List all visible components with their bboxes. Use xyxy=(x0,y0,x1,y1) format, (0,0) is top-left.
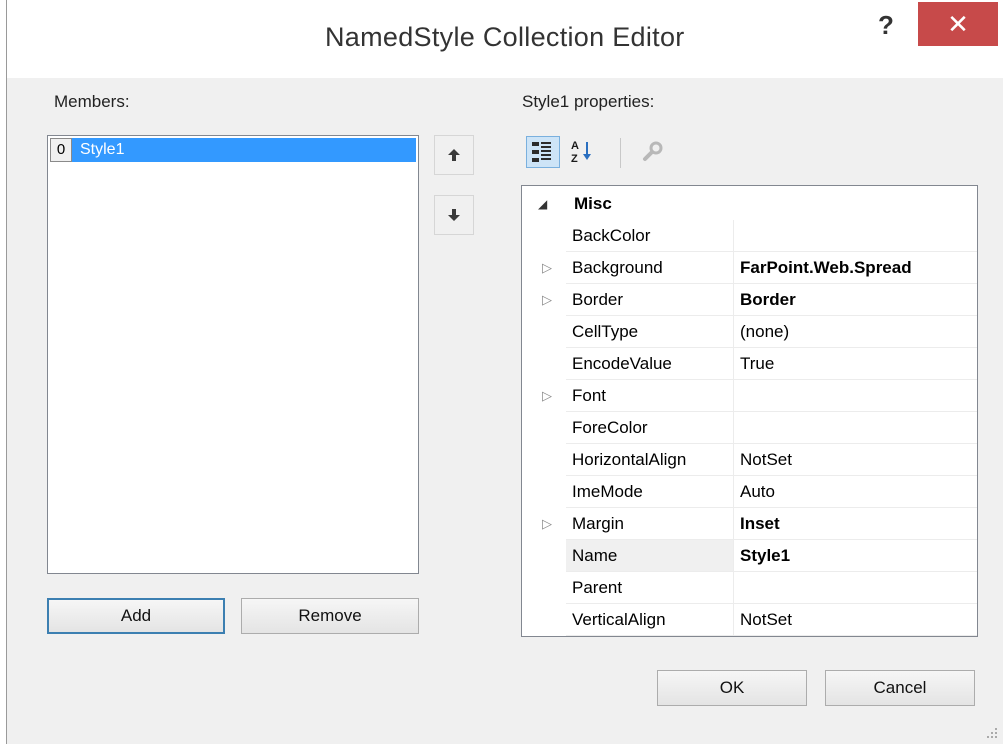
property-pages-button[interactable] xyxy=(636,136,670,168)
categorized-button[interactable] xyxy=(526,136,560,168)
property-row[interactable]: ImeMode Auto xyxy=(522,476,977,508)
property-name: Margin xyxy=(572,514,624,533)
arrow-down-icon xyxy=(448,209,460,221)
property-row[interactable]: ▷ Background FarPoint.Web.Spread xyxy=(522,252,977,284)
svg-text:A: A xyxy=(571,140,579,152)
arrow-up-icon xyxy=(448,149,460,161)
expand-icon[interactable]: ▷ xyxy=(542,380,552,411)
resize-grip[interactable] xyxy=(985,726,999,740)
expand-icon[interactable]: ▷ xyxy=(542,252,552,283)
property-value-cell[interactable]: Style1 xyxy=(734,540,977,572)
property-value: Style1 xyxy=(740,546,791,565)
property-name: Name xyxy=(572,546,618,565)
collapse-icon[interactable]: ◢ xyxy=(538,188,547,220)
property-value-cell[interactable]: (none) xyxy=(734,316,977,348)
category-title: Misc xyxy=(574,194,612,213)
property-value-cell[interactable] xyxy=(734,220,977,252)
move-down-button[interactable] xyxy=(434,195,474,235)
property-name: HorizontalAlign xyxy=(572,450,687,469)
move-up-button[interactable] xyxy=(434,135,474,175)
list-item[interactable]: 0 Style1 xyxy=(50,138,416,162)
property-name: ForeColor xyxy=(572,418,648,437)
property-row[interactable]: VerticalAlign NotSet xyxy=(522,604,977,636)
property-name: Border xyxy=(572,290,624,309)
property-row[interactable]: HorizontalAlign NotSet xyxy=(522,444,977,476)
ok-button[interactable]: OK xyxy=(657,670,807,706)
property-row[interactable]: ForeColor xyxy=(522,412,977,444)
property-row[interactable]: Parent xyxy=(522,572,977,604)
property-value-cell[interactable] xyxy=(734,380,977,412)
members-label: Members: xyxy=(54,92,130,111)
property-row[interactable]: ▷ Font xyxy=(522,380,977,412)
window-title: NamedStyle Collection Editor xyxy=(325,22,685,52)
property-value-cell[interactable]: Inset xyxy=(734,508,977,540)
title-bar[interactable]: NamedStyle Collection Editor xyxy=(7,0,1003,78)
property-row[interactable]: ▷ Margin Inset xyxy=(522,508,977,540)
alphabetical-button[interactable]: A Z xyxy=(568,136,602,168)
properties-label: Style1 properties: xyxy=(522,92,655,111)
property-row[interactable]: ▷ Border Border xyxy=(522,284,977,316)
property-name: BackColor xyxy=(572,226,651,245)
property-value-cell[interactable] xyxy=(734,572,977,604)
property-row[interactable]: EncodeValue True xyxy=(522,348,977,380)
close-button[interactable]: ✕ xyxy=(918,2,998,46)
property-value-cell[interactable]: Auto xyxy=(734,476,977,508)
property-row[interactable]: BackColor xyxy=(522,220,977,252)
dialog-window: NamedStyle Collection Editor ? ✕ Members… xyxy=(0,0,1003,744)
remove-button[interactable]: Remove xyxy=(241,598,419,634)
close-icon: ✕ xyxy=(947,9,969,39)
property-name: CellType xyxy=(572,322,639,341)
property-value: Border xyxy=(740,290,796,309)
svg-text:Z: Z xyxy=(571,153,578,165)
property-value: (none) xyxy=(740,322,790,341)
cancel-button[interactable]: Cancel xyxy=(825,670,975,706)
alphabetical-icon: A Z xyxy=(571,140,591,165)
property-row[interactable]: CellType (none) xyxy=(522,316,977,348)
members-list[interactable]: 0 Style1 xyxy=(47,135,419,574)
property-value: NotSet xyxy=(740,450,792,469)
member-name: Style1 xyxy=(80,141,125,158)
property-value-cell[interactable]: NotSet xyxy=(734,444,977,476)
toolbar-separator xyxy=(620,138,621,168)
property-value-cell[interactable]: True xyxy=(734,348,977,380)
categorized-icon xyxy=(532,142,551,162)
property-value-cell[interactable] xyxy=(734,412,977,444)
property-name: Font xyxy=(572,386,607,405)
property-value: FarPoint.Web.Spread xyxy=(740,258,912,277)
property-value: Inset xyxy=(740,514,780,533)
property-name: Parent xyxy=(572,578,623,597)
help-button[interactable]: ? xyxy=(866,8,906,42)
property-row-selected[interactable]: Name Style1 xyxy=(522,540,977,572)
property-name: VerticalAlign xyxy=(572,610,666,629)
add-button[interactable]: Add xyxy=(47,598,225,634)
property-name: EncodeValue xyxy=(572,354,672,373)
category-row[interactable]: ◢ Misc xyxy=(522,188,977,220)
expand-icon[interactable]: ▷ xyxy=(542,508,552,539)
property-name: Background xyxy=(572,258,663,277)
property-value: NotSet xyxy=(740,610,792,629)
member-index: 0 xyxy=(50,138,72,162)
property-value-cell[interactable]: NotSet xyxy=(734,604,977,636)
expand-icon[interactable]: ▷ xyxy=(542,284,552,315)
property-value-cell[interactable]: FarPoint.Web.Spread xyxy=(734,252,977,284)
property-pages-icon xyxy=(643,141,663,161)
property-value: Auto xyxy=(740,482,775,501)
property-grid[interactable]: ◢ Misc BackColor ▷ Background FarPoint.W… xyxy=(521,185,978,637)
property-name: ImeMode xyxy=(572,482,643,501)
property-value-cell[interactable]: Border xyxy=(734,284,977,316)
property-value: True xyxy=(740,354,775,373)
